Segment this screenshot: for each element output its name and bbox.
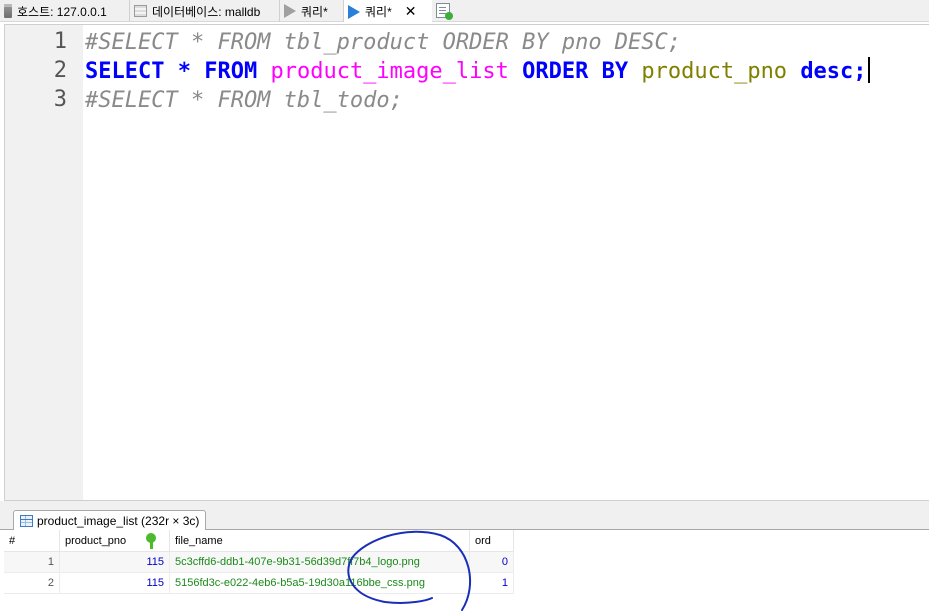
header-row: # product_pno file_name ord (4, 530, 514, 552)
database-icon (134, 5, 147, 17)
sql-comment: #SELECT * FROM tbl_product ORDER BY pno … (85, 30, 682, 55)
code-line-1: #SELECT * FROM tbl_product ORDER BY pno … (85, 28, 681, 57)
ord-cell[interactable]: 0 (469, 551, 514, 573)
tab-query-2[interactable]: 쿼리* ✕ (344, 0, 432, 23)
text-caret (867, 57, 870, 83)
key-icon (146, 532, 157, 549)
file-name-cell[interactable]: 5c3cffd6-ddb1-407e-9b31-56d39d7ff7b4_log… (169, 551, 470, 573)
close-icon[interactable]: ✕ (405, 3, 417, 20)
sql-keyword: SELECT (85, 59, 165, 84)
line-number: 2 (53, 58, 67, 83)
sql-keyword: desc (800, 59, 854, 84)
sql-column-name: product_pno (641, 59, 788, 84)
row-number-cell[interactable]: 1 (4, 551, 60, 573)
result-tab-label: product_image_list (232r × 3c) (37, 514, 200, 528)
table-grid-icon (20, 515, 33, 527)
sql-star: * (164, 59, 205, 84)
result-tab[interactable]: product_image_list (232r × 3c) (13, 510, 207, 531)
tab-query-2-label: 쿼리* (365, 5, 392, 19)
line-number-gutter: 1 2 3 (5, 25, 83, 500)
server-icon (4, 4, 12, 18)
column-header-ord[interactable]: ord (469, 530, 514, 552)
product-pno-cell[interactable]: 115 (59, 551, 170, 573)
new-query-tab-icon[interactable] (436, 3, 453, 20)
table-row[interactable]: 2 115 5156fd3c-e022-4eb6-b5a5-19d30a116b… (4, 572, 514, 594)
ord-cell[interactable]: 1 (469, 572, 514, 594)
row-number-cell[interactable]: 2 (4, 572, 60, 594)
result-tab-bar: product_image_list (232r × 3c) (0, 501, 929, 531)
tab-query-1-label: 쿼리* (301, 4, 328, 19)
query-play-icon (284, 4, 296, 18)
sql-keyword: ORDER BY (522, 59, 629, 84)
tab-host-label: 호스트: 127.0.0.1 (17, 4, 107, 19)
tab-database[interactable]: 데이터베이스: malldb (130, 0, 280, 22)
sql-editor[interactable]: 1 2 3 #SELECT * FROM tbl_product ORDER B… (4, 24, 929, 501)
column-header-label: product_pno (65, 534, 127, 547)
column-header-rownum[interactable]: # (4, 530, 60, 552)
table-row[interactable]: 1 115 5c3cffd6-ddb1-407e-9b31-56d39d7ff7… (4, 551, 514, 573)
sql-semicolon: ; (853, 59, 867, 84)
product-pno-cell[interactable]: 115 (59, 572, 170, 594)
line-number: 3 (53, 87, 67, 112)
query-tab-bar: 호스트: 127.0.0.1 데이터베이스: malldb 쿼리* 쿼리* ✕ (0, 0, 929, 23)
tab-query-1[interactable]: 쿼리* (280, 0, 344, 22)
tab-database-label: 데이터베이스: malldb (152, 4, 261, 19)
query-play-icon (348, 4, 360, 19)
code-line-3: #SELECT * FROM tbl_todo; (85, 86, 403, 115)
tab-host[interactable]: 호스트: 127.0.0.1 (0, 0, 130, 22)
sql-comment: #SELECT * FROM tbl_todo; (85, 88, 403, 113)
code-line-2: SELECT * FROM product_image_list ORDER B… (85, 57, 870, 86)
column-header-product-pno[interactable]: product_pno (59, 530, 170, 552)
line-number: 1 (53, 29, 67, 54)
result-table: # product_pno file_name ord 1 115 5c3cff… (4, 530, 514, 594)
sql-table-name: product_image_list (270, 59, 509, 84)
result-grid[interactable]: # product_pno file_name ord 1 115 5c3cff… (4, 530, 929, 616)
sql-keyword: FROM (204, 59, 258, 84)
file-name-cell[interactable]: 5156fd3c-e022-4eb6-b5a5-19d30a116bbe_css… (169, 572, 470, 594)
column-header-file-name[interactable]: file_name (169, 530, 470, 552)
